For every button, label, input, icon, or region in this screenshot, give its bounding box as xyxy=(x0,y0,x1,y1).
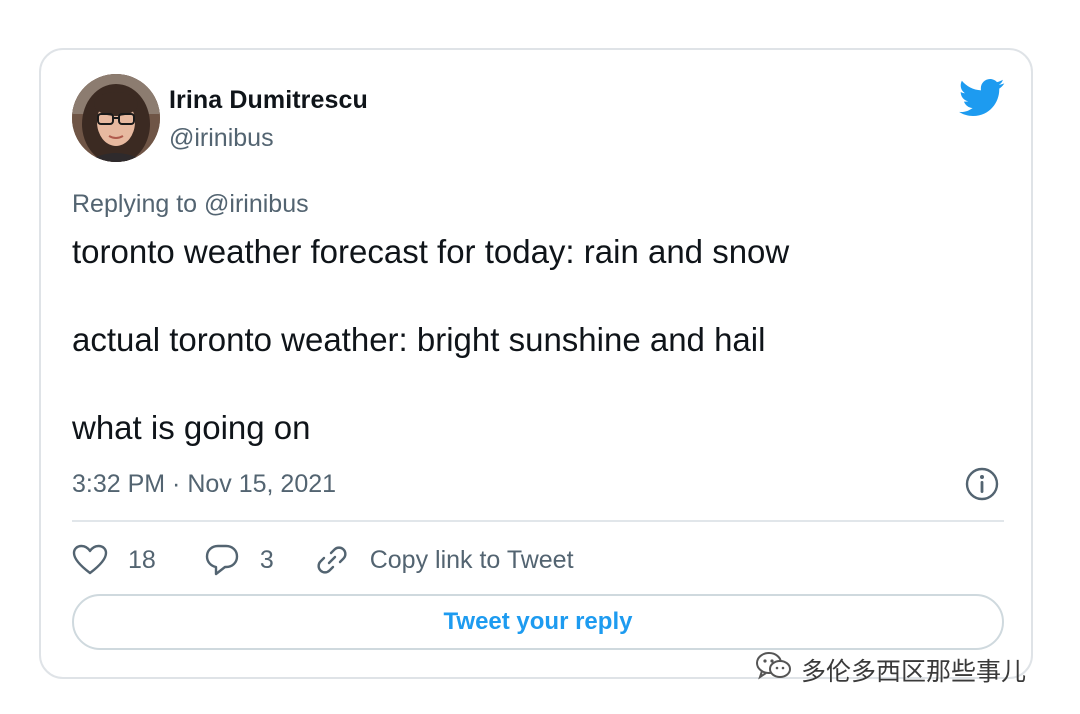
replying-prefix: Replying to xyxy=(72,190,198,218)
link-icon xyxy=(317,546,347,574)
author-name[interactable]: Irina Dumitrescu xyxy=(169,86,368,115)
watermark: 多伦多西区那些事儿 xyxy=(755,650,1026,689)
speech-bubble-icon xyxy=(205,544,239,576)
tweet-line: what is going on xyxy=(72,409,311,446)
tweet-card: Irina Dumitrescu @irinibus Replying to @… xyxy=(39,48,1033,679)
author-handle[interactable]: @irinibus xyxy=(169,124,274,153)
like-count: 18 xyxy=(128,545,156,574)
reply-count: 3 xyxy=(259,545,274,574)
reply-context: Replying to @irinibus xyxy=(72,190,309,219)
tweet-line: actual toronto weather: bright sunshine … xyxy=(72,321,766,358)
tweet-timestamp[interactable]: 3:32 PM · Nov 15, 2021 xyxy=(72,470,336,499)
action-bar: 18 3 Copy link to Tweet xyxy=(72,540,574,580)
twitter-bird-icon[interactable] xyxy=(958,78,1005,118)
replying-mention[interactable]: @irinibus xyxy=(204,190,309,218)
info-icon[interactable] xyxy=(965,467,999,501)
avatar[interactable] xyxy=(72,74,160,162)
reply-action-button[interactable]: 3 xyxy=(204,543,274,577)
watermark-text: 多伦多西区那些事儿 xyxy=(801,657,1027,686)
divider xyxy=(72,520,1004,522)
like-button[interactable]: 18 xyxy=(72,544,156,576)
wechat-icon xyxy=(755,650,793,689)
tweet-your-reply-button[interactable]: Tweet your reply xyxy=(72,594,1004,650)
tweet-text: toronto weather forecast for today: rain… xyxy=(72,230,992,450)
tweet-line: toronto weather forecast for today: rain… xyxy=(72,233,790,270)
copy-link-label: Copy link to Tweet xyxy=(369,545,574,574)
copy-link-button[interactable]: Copy link to Tweet xyxy=(314,542,574,578)
heart-icon xyxy=(72,544,108,575)
